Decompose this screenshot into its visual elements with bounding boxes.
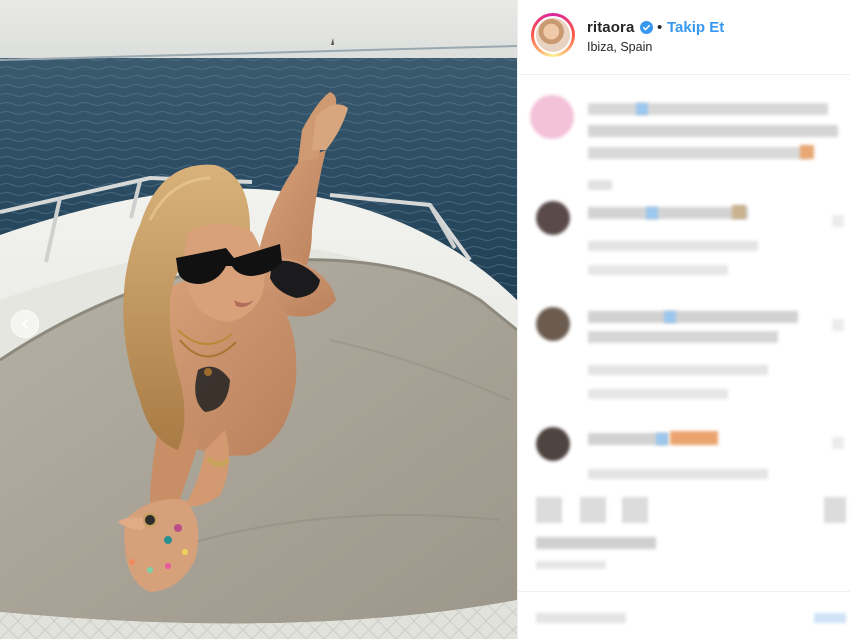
separator-dot: • — [657, 19, 663, 36]
list-item — [588, 147, 808, 159]
list-item — [636, 103, 648, 115]
list-item — [646, 207, 658, 219]
verified-badge-icon — [640, 21, 653, 34]
username-link[interactable]: ritaora — [587, 19, 634, 36]
list-item — [588, 389, 728, 399]
avatar — [536, 201, 570, 235]
list-item — [800, 145, 814, 159]
list-item — [588, 180, 612, 190]
list-item — [670, 431, 718, 445]
list-item — [588, 207, 748, 219]
list-item — [588, 103, 828, 115]
location-link[interactable]: Ibiza, Spain — [587, 40, 652, 54]
photo-illustration — [0, 0, 517, 639]
like-icon[interactable] — [536, 497, 562, 523]
list-item — [664, 311, 676, 323]
list-item — [832, 319, 844, 331]
list-item — [832, 215, 844, 227]
avatar[interactable] — [534, 16, 572, 54]
post-header: ritaora • Takip Et Ibiza, Spain — [518, 0, 850, 75]
bookmark-icon[interactable] — [824, 497, 846, 523]
instagram-post: ritaora • Takip Et Ibiza, Spain — [0, 0, 850, 639]
list-item — [656, 433, 668, 445]
previous-image-button[interactable] — [11, 310, 39, 338]
avatar — [530, 95, 574, 139]
share-icon[interactable] — [622, 497, 648, 523]
post-photo[interactable] — [0, 0, 517, 639]
likes-count — [536, 537, 656, 549]
divider — [518, 591, 850, 592]
follow-button[interactable]: Takip Et — [667, 19, 724, 36]
post-comment-button[interactable] — [814, 613, 846, 623]
story-ring[interactable] — [531, 13, 575, 57]
comments-section-pixelated — [518, 75, 850, 639]
list-item — [588, 331, 778, 343]
post-date — [536, 561, 606, 569]
list-item — [588, 241, 758, 251]
avatar — [536, 307, 570, 341]
chevron-left-icon — [21, 319, 28, 329]
list-item — [732, 205, 746, 219]
list-item — [588, 265, 728, 275]
list-item — [588, 311, 798, 323]
add-comment-input[interactable] — [536, 613, 626, 623]
avatar — [536, 427, 570, 461]
list-item — [588, 365, 768, 375]
post-sidebar: ritaora • Takip Et Ibiza, Spain — [517, 0, 850, 639]
list-item — [588, 125, 838, 137]
list-item — [588, 469, 768, 479]
list-item — [832, 437, 844, 449]
comment-icon[interactable] — [580, 497, 606, 523]
